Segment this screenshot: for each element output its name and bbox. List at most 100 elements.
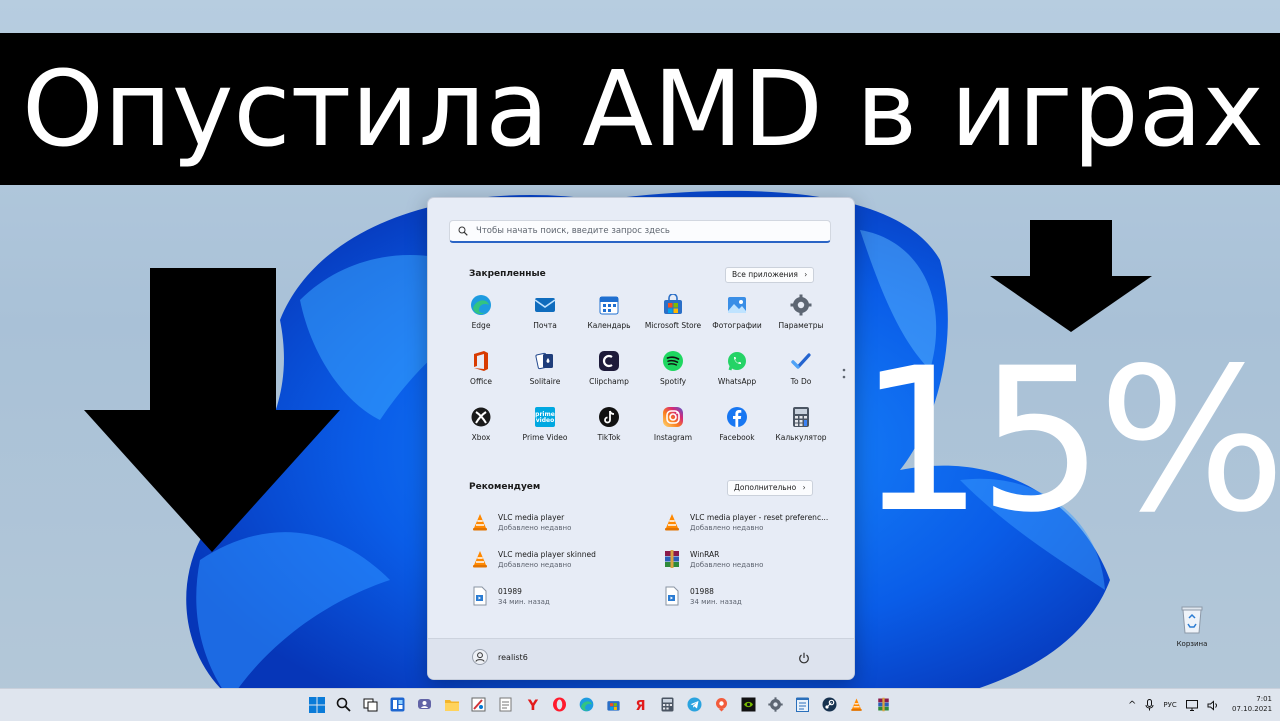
taskbar-vpn[interactable] bbox=[711, 694, 732, 715]
taskbar-yandex-browser[interactable]: Я bbox=[630, 694, 651, 715]
down-arrow-graphic bbox=[990, 220, 1152, 332]
settings-icon bbox=[768, 697, 783, 712]
taskbar-yandex[interactable]: Y bbox=[522, 694, 543, 715]
paint-icon bbox=[471, 697, 486, 712]
taskbar-paint[interactable] bbox=[468, 694, 489, 715]
calendar-icon bbox=[599, 296, 619, 315]
taskbar-steam[interactable] bbox=[819, 694, 840, 715]
taskbar-search[interactable] bbox=[333, 694, 354, 715]
widgets-icon bbox=[390, 697, 405, 712]
pinned-app-tiktok[interactable]: TikTok bbox=[577, 406, 641, 456]
solitaire-icon bbox=[535, 352, 553, 370]
notepad-icon bbox=[796, 697, 809, 712]
recommended-item[interactable]: 01989 34 мин. назад bbox=[470, 582, 550, 610]
vlc-icon bbox=[665, 514, 679, 531]
percent-overlay: 15% bbox=[858, 325, 1280, 556]
pinned-app-instagram[interactable]: Instagram bbox=[641, 406, 705, 456]
pinned-app-solitaire[interactable]: Solitaire bbox=[513, 350, 577, 400]
volume-icon[interactable] bbox=[1207, 699, 1219, 711]
chevron-right-icon: › bbox=[804, 270, 808, 279]
taskbar-nvidia[interactable] bbox=[738, 694, 759, 715]
vlc-icon bbox=[851, 698, 862, 711]
user-avatar-icon bbox=[472, 649, 488, 665]
chevron-up-icon[interactable]: ^ bbox=[1128, 700, 1136, 711]
taskbar-notepad[interactable] bbox=[792, 694, 813, 715]
taskbar-store[interactable] bbox=[603, 694, 624, 715]
winrar-icon bbox=[665, 550, 679, 568]
recommended-item[interactable]: VLC media player Добавлено недавно bbox=[470, 508, 571, 536]
pinned-app-spotify[interactable]: Spotify bbox=[641, 350, 705, 400]
winrar-icon bbox=[878, 697, 889, 712]
store-icon bbox=[664, 294, 682, 314]
microphone-icon[interactable] bbox=[1145, 699, 1154, 711]
file-explorer-icon bbox=[444, 700, 459, 711]
all-apps-button[interactable]: Все приложения › bbox=[725, 267, 815, 283]
pinned-app-calculator[interactable]: Калькулятор bbox=[769, 406, 833, 456]
vpn-icon bbox=[716, 698, 727, 712]
recommended-item[interactable]: 01988 34 мин. назад bbox=[662, 582, 742, 610]
taskbar-settings[interactable] bbox=[765, 694, 786, 715]
start-button[interactable] bbox=[306, 694, 327, 715]
taskbar-widgets[interactable] bbox=[387, 694, 408, 715]
pinned-app-clipchamp[interactable]: Clipchamp bbox=[577, 350, 641, 400]
pinned-title: Закрепленные bbox=[469, 269, 546, 279]
search-box[interactable]: Чтобы начать поиск, введите запрос здесь bbox=[449, 220, 831, 243]
chat-icon bbox=[418, 699, 431, 709]
monitor-icon[interactable] bbox=[1185, 699, 1198, 711]
settings-icon bbox=[790, 294, 812, 316]
pinned-app-office[interactable]: Office bbox=[449, 350, 513, 400]
pinned-app-facebook[interactable]: Facebook bbox=[705, 406, 769, 456]
calculator-icon bbox=[793, 407, 809, 427]
taskbar-apps: Y Я bbox=[306, 694, 894, 715]
vlc-icon bbox=[473, 551, 487, 568]
xbox-icon bbox=[471, 407, 491, 427]
taskbar-winrar[interactable] bbox=[873, 694, 894, 715]
pinned-app-todo[interactable]: To Do bbox=[769, 350, 833, 400]
taskbar-folder[interactable] bbox=[495, 694, 516, 715]
page-dots-icon[interactable] bbox=[842, 368, 846, 382]
folder-icon bbox=[499, 697, 512, 712]
recommended-item[interactable]: VLC media player - reset preferenc... Доб… bbox=[662, 508, 828, 536]
taskbar-telegram[interactable] bbox=[684, 694, 705, 715]
taskbar-clock[interactable]: 7:01 07.10.2021 bbox=[1232, 694, 1272, 714]
power-icon[interactable] bbox=[798, 652, 810, 664]
recycle-bin[interactable]: Корзина bbox=[1170, 604, 1214, 648]
more-button[interactable]: Дополнительно › bbox=[727, 480, 813, 496]
start-icon bbox=[308, 696, 325, 713]
prime-video-icon: primevideo bbox=[535, 407, 555, 427]
edge-icon bbox=[471, 295, 491, 315]
pinned-app-whatsapp[interactable]: WhatsApp bbox=[705, 350, 769, 400]
pinned-app-mail[interactable]: Почта bbox=[513, 294, 577, 344]
taskbar-task-view[interactable] bbox=[360, 694, 381, 715]
taskbar-vlc[interactable] bbox=[846, 694, 867, 715]
user-account-button[interactable]: realist6 bbox=[472, 649, 528, 665]
taskbar-opera[interactable] bbox=[549, 694, 570, 715]
language-indicator[interactable]: РУС bbox=[1163, 701, 1176, 709]
recycle-bin-icon bbox=[1181, 606, 1203, 634]
pinned-app-calendar[interactable]: Календарь bbox=[577, 294, 641, 344]
taskbar-calculator[interactable] bbox=[657, 694, 678, 715]
taskbar-edge[interactable] bbox=[576, 694, 597, 715]
pinned-app-edge[interactable]: Edge bbox=[449, 294, 513, 344]
taskbar-chat[interactable] bbox=[414, 694, 435, 715]
pinned-app-xbox[interactable]: Xbox bbox=[449, 406, 513, 456]
task-view-icon bbox=[363, 698, 378, 712]
facebook-icon bbox=[727, 407, 747, 427]
recommended-item[interactable]: VLC media player skinned Добавлено недавн… bbox=[470, 545, 596, 573]
recommended-item[interactable]: WinRAR Добавлено недавно bbox=[662, 545, 763, 573]
pinned-app-settings[interactable]: Параметры bbox=[769, 294, 833, 344]
steam-icon bbox=[822, 697, 837, 712]
pinned-app-prime-video[interactable]: prime video Prime Video bbox=[513, 406, 577, 456]
yandex-browser-icon: Я bbox=[635, 699, 645, 712]
pinned-app-photos[interactable]: Фотографии bbox=[705, 294, 769, 344]
pinned-app-store[interactable]: Microsoft Store bbox=[641, 294, 705, 344]
taskbar-file-explorer[interactable] bbox=[441, 694, 462, 715]
taskbar: Y Я ^ РУС 7:01 07.10.2021 bbox=[0, 688, 1280, 721]
svg-text:video: video bbox=[536, 417, 554, 424]
system-tray: ^ РУС bbox=[1128, 689, 1219, 721]
spotify-icon bbox=[663, 351, 683, 371]
clock-time: 7:01 bbox=[1256, 695, 1272, 703]
instagram-icon bbox=[663, 407, 683, 427]
clipchamp-icon bbox=[599, 351, 619, 371]
video-file-icon bbox=[473, 586, 487, 606]
